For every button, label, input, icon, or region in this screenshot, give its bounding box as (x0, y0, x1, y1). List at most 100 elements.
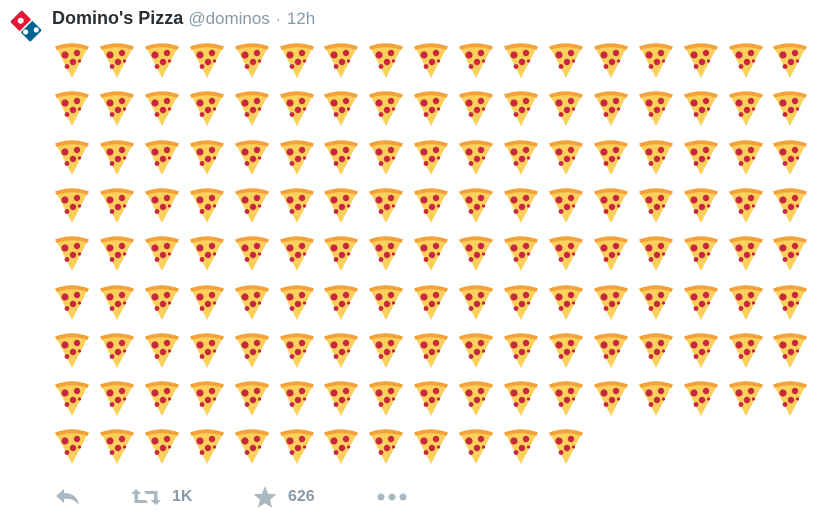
pizza-slice-icon (232, 330, 272, 370)
pizza-slice-icon (321, 88, 361, 128)
pizza-slice-icon (546, 137, 586, 177)
pizza-slice-icon (726, 330, 766, 370)
pizza-slice-icon (726, 40, 766, 80)
more-icon (377, 493, 407, 501)
pizza-slice-icon (591, 88, 631, 128)
pizza-slice-icon (321, 137, 361, 177)
pizza-slice-icon (456, 426, 496, 466)
pizza-slice-icon (366, 378, 406, 418)
pizza-slice-icon (277, 282, 317, 322)
pizza-slice-icon (277, 137, 317, 177)
pizza-slice-icon (97, 40, 137, 80)
pizza-slice-icon (187, 378, 227, 418)
pizza-slice-icon (636, 233, 676, 273)
pizza-slice-icon (501, 40, 541, 80)
pizza-slice-icon (770, 378, 810, 418)
pizza-slice-icon (97, 330, 137, 370)
pizza-slice-icon (636, 330, 676, 370)
pizza-slice-icon (726, 378, 766, 418)
pizza-slice-icon (456, 282, 496, 322)
pizza-slice-icon (591, 378, 631, 418)
timestamp[interactable]: 12h (287, 9, 315, 29)
pizza-slice-icon (52, 88, 92, 128)
pizza-slice-icon (321, 233, 361, 273)
pizza-slice-icon (501, 137, 541, 177)
pizza-slice-icon (366, 185, 406, 225)
pizza-slice-icon (97, 282, 137, 322)
author-name[interactable]: Domino's Pizza (52, 8, 183, 29)
tweet-body (52, 40, 822, 470)
pizza-slice-icon (591, 233, 631, 273)
pizza-slice-icon (456, 185, 496, 225)
pizza-slice-icon (232, 185, 272, 225)
pizza-slice-icon (142, 426, 182, 466)
like-count: 626 (288, 488, 315, 505)
pizza-slice-icon (366, 233, 406, 273)
pizza-slice-icon (411, 426, 451, 466)
pizza-slice-icon (321, 330, 361, 370)
pizza-slice-icon (52, 330, 92, 370)
pizza-slice-icon (366, 88, 406, 128)
pizza-slice-icon (97, 88, 137, 128)
more-button[interactable] (376, 484, 408, 510)
pizza-slice-icon (681, 282, 721, 322)
retweet-button[interactable]: 1K (130, 484, 192, 510)
pizza-slice-icon (52, 137, 92, 177)
pizza-slice-icon (232, 426, 272, 466)
pizza-slice-icon (187, 137, 227, 177)
pizza-slice-icon (546, 185, 586, 225)
pizza-slice-icon (142, 330, 182, 370)
pizza-slice-icon (277, 426, 317, 466)
avatar[interactable] (8, 8, 44, 44)
reply-button[interactable] (54, 484, 82, 510)
pizza-slice-icon (277, 330, 317, 370)
pizza-slice-icon (411, 185, 451, 225)
pizza-slice-icon (97, 426, 137, 466)
pizza-slice-icon (591, 282, 631, 322)
pizza-slice-icon (411, 233, 451, 273)
pizza-slice-icon (321, 378, 361, 418)
pizza-slice-icon (366, 282, 406, 322)
pizza-slice-icon (681, 40, 721, 80)
pizza-slice-icon (142, 137, 182, 177)
pizza-slice-icon (52, 378, 92, 418)
author-handle[interactable]: @dominos (188, 9, 270, 29)
pizza-slice-icon (321, 185, 361, 225)
pizza-slice-icon (591, 40, 631, 80)
pizza-slice-icon (187, 185, 227, 225)
pizza-slice-icon (636, 185, 676, 225)
pizza-slice-icon (681, 88, 721, 128)
pizza-slice-icon (411, 40, 451, 80)
pizza-slice-icon (321, 282, 361, 322)
pizza-slice-icon (142, 185, 182, 225)
pizza-slice-icon (277, 233, 317, 273)
pizza-slice-icon (501, 88, 541, 128)
pizza-slice-icon (770, 137, 810, 177)
pizza-slice-icon (456, 88, 496, 128)
pizza-slice-icon (546, 282, 586, 322)
pizza-slice-icon (411, 378, 451, 418)
pizza-slice-icon (97, 378, 137, 418)
pizza-slice-icon (591, 330, 631, 370)
pizza-slice-icon (546, 426, 586, 466)
pizza-slice-icon (232, 282, 272, 322)
pizza-slice-icon (411, 88, 451, 128)
pizza-slice-icon (501, 330, 541, 370)
pizza-slice-icon (187, 40, 227, 80)
pizza-slice-icon (52, 426, 92, 466)
pizza-slice-icon (681, 233, 721, 273)
pizza-slice-icon (411, 282, 451, 322)
pizza-slice-icon (366, 137, 406, 177)
pizza-slice-icon (187, 426, 227, 466)
pizza-slice-icon (770, 88, 810, 128)
separator: · (275, 11, 281, 28)
pizza-slice-icon (501, 282, 541, 322)
like-button[interactable]: 626 (252, 484, 315, 510)
pizza-slice-icon (321, 426, 361, 466)
pizza-slice-icon (681, 185, 721, 225)
pizza-slice-icon (681, 378, 721, 418)
pizza-slice-icon (456, 378, 496, 418)
pizza-slice-icon (97, 137, 137, 177)
pizza-slice-icon (411, 137, 451, 177)
pizza-slice-icon (366, 330, 406, 370)
